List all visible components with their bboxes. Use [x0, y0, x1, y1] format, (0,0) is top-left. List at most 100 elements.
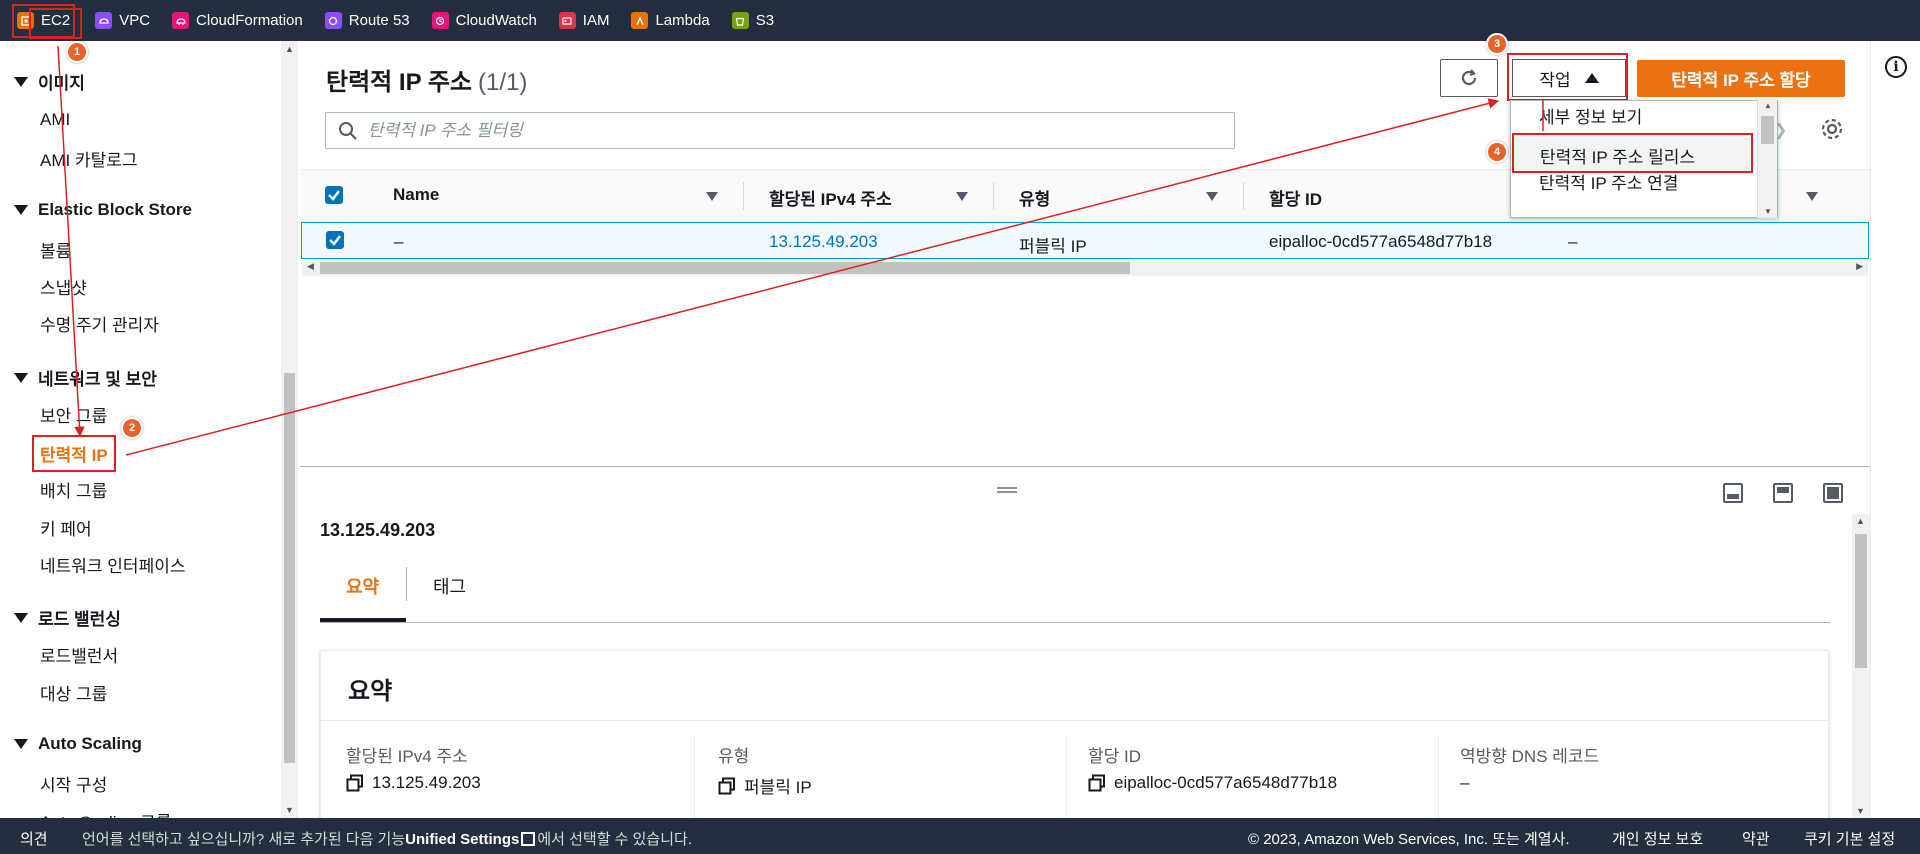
scrollbar-thumb[interactable] — [1761, 116, 1774, 144]
scroll-up-arrow-icon[interactable]: ▲ — [1764, 101, 1772, 110]
scroll-right-arrow-icon[interactable]: ▶ — [1856, 261, 1863, 272]
sidebar-section-images[interactable]: 이미지 — [14, 69, 85, 94]
service-s3[interactable]: S3 — [731, 0, 774, 41]
split-side-icon[interactable] — [1773, 483, 1793, 503]
service-vpc[interactable]: VPC — [95, 0, 150, 41]
menu-item-view-details[interactable]: 세부 정보 보기 — [1539, 103, 1642, 128]
cell-ipv4-link[interactable]: 13.125.49.203 — [769, 232, 878, 252]
summary-heading: 요약 — [348, 678, 393, 705]
column-header-name[interactable]: Name — [393, 185, 439, 205]
sidebar-item-load-balancers[interactable]: 로드밸런서 — [40, 642, 118, 667]
column-header-ipv4[interactable]: 할당된 IPv4 주소 — [769, 185, 892, 210]
resize-grip-icon[interactable] — [997, 487, 1017, 493]
scroll-down-arrow-icon[interactable]: ▼ — [1856, 806, 1865, 816]
checkmark-icon — [328, 190, 340, 201]
service-label: EC2 — [41, 12, 71, 29]
column-separator[interactable] — [993, 182, 994, 210]
copy-icon[interactable] — [1088, 774, 1106, 792]
scroll-down-arrow-icon[interactable]: ▼ — [285, 805, 294, 815]
sidebar-item-ami-catalog[interactable]: AMI 카탈로그 — [40, 146, 138, 171]
settings-button[interactable] — [1820, 117, 1844, 146]
tab-summary[interactable]: 요약 — [346, 573, 379, 599]
cell-type: 퍼블릭 IP — [1019, 237, 1087, 256]
feedback-link[interactable]: 의견 — [20, 828, 48, 849]
iam-icon — [558, 12, 576, 29]
table-horizontal-scrollbar[interactable]: ◀ ▶ — [302, 260, 1868, 276]
sidebar-item-auto-scaling-groups[interactable]: Auto Scaling 그룹 — [40, 808, 171, 818]
vpc-icon — [95, 12, 113, 29]
sidebar-item-lifecycle-manager[interactable]: 수명 주기 관리자 — [40, 311, 159, 336]
route53-icon — [324, 12, 342, 29]
sidebar-item-launch-configurations[interactable]: 시작 구성 — [40, 771, 107, 796]
sidebar-item-ami[interactable]: AMI — [40, 110, 70, 130]
info-icon[interactable]: i — [1885, 56, 1907, 78]
footer: 의견 언어를 선택하고 싶으십니까? 새로 추가된 다음 기능Unified S… — [0, 818, 1920, 854]
column-header-allocation-id[interactable]: 할당 ID — [1269, 185, 1322, 210]
sidebar-section-network-security[interactable]: 네트워크 및 보안 — [14, 365, 157, 390]
sort-icon[interactable] — [956, 192, 968, 201]
sidebar-item-key-pairs[interactable]: 키 페어 — [40, 515, 92, 540]
summary-card: 요약 할당된 IPv4 주소 13.125.49.203 유형 퍼블릭 IP 할… — [320, 650, 1830, 830]
service-ec2[interactable]: EC2 — [11, 3, 76, 38]
service-cloudformation[interactable]: CloudFormation — [172, 0, 303, 41]
scrollbar-thumb[interactable] — [284, 373, 295, 763]
column-separator[interactable] — [743, 182, 744, 210]
selection-count: (1/1) — [477, 69, 528, 96]
scroll-down-arrow-icon[interactable]: ▼ — [1764, 207, 1772, 216]
column-separator[interactable] — [1243, 182, 1244, 210]
column-header-type[interactable]: 유형 — [1019, 185, 1050, 210]
service-cloudwatch[interactable]: CloudWatch — [431, 0, 537, 41]
scroll-left-arrow-icon[interactable]: ◀ — [307, 261, 314, 272]
unified-settings-link[interactable]: Unified Settings — [405, 831, 519, 848]
service-route53[interactable]: Route 53 — [324, 0, 410, 41]
value-text: 13.125.49.203 — [372, 773, 481, 792]
active-tab-indicator — [320, 618, 406, 622]
scroll-up-arrow-icon[interactable]: ▲ — [285, 44, 294, 54]
scroll-up-arrow-icon[interactable]: ▲ — [1856, 516, 1865, 526]
menu-item-release-highlight[interactable]: 탄력적 IP 주소 릴리스 — [1512, 133, 1753, 173]
sidebar-item-security-groups[interactable]: 보안 그룹 — [40, 402, 107, 427]
scrollbar-thumb[interactable] — [1855, 534, 1867, 668]
service-iam[interactable]: IAM — [558, 0, 609, 41]
terms-link[interactable]: 약관 — [1742, 828, 1770, 849]
annotation-badge: 2 — [121, 417, 143, 439]
sidebar-item-target-groups[interactable]: 대상 그룹 — [40, 680, 107, 705]
row-checkbox[interactable] — [326, 231, 344, 249]
sort-icon[interactable] — [1806, 192, 1818, 201]
copy-icon[interactable] — [718, 777, 736, 795]
sort-icon[interactable] — [706, 192, 718, 201]
search-box[interactable] — [325, 112, 1235, 149]
split-pane-divider[interactable] — [300, 466, 1870, 467]
sidebar-item-network-interfaces[interactable]: 네트워크 인터페이스 — [40, 552, 185, 577]
privacy-link[interactable]: 개인 정보 보호 — [1612, 828, 1703, 849]
split-full-icon[interactable] — [1823, 483, 1843, 503]
refresh-button[interactable] — [1440, 59, 1498, 97]
service-lambda[interactable]: Lambda — [631, 0, 710, 41]
cloudformation-icon — [172, 12, 190, 29]
tab-tags[interactable]: 태그 — [433, 573, 466, 599]
cookie-preferences-link[interactable]: 쿠키 기본 설정 — [1804, 828, 1895, 849]
search-input[interactable] — [368, 120, 1218, 141]
copy-icon[interactable] — [346, 774, 364, 792]
sidebar-item-placement-groups[interactable]: 배치 그룹 — [40, 477, 107, 502]
allocate-elastic-ip-button[interactable]: 탄력적 IP 주소 할당 — [1637, 60, 1845, 97]
sidebar-section-ebs[interactable]: Elastic Block Store — [14, 200, 192, 220]
copyright-text: © 2023, Amazon Web Services, Inc. 또는 계열사… — [1248, 831, 1570, 848]
select-all-checkbox[interactable] — [325, 186, 343, 204]
sidebar-item-volumes[interactable]: 볼륨 — [40, 237, 71, 262]
sidebar-item-snapshots[interactable]: 스냅샷 — [40, 274, 87, 299]
column-divider — [1066, 736, 1067, 826]
table-row[interactable]: – 13.125.49.203 퍼블릭 IP eipalloc-0cd577a6… — [301, 222, 1869, 259]
detail-scrollbar[interactable]: ▲ ▼ — [1852, 514, 1870, 818]
menu-scrollbar[interactable]: ▲ ▼ — [1757, 100, 1777, 218]
sidebar-section-load-balancing[interactable]: 로드 밸런싱 — [14, 605, 121, 630]
sort-icon[interactable] — [1206, 192, 1218, 201]
menu-item-release-elastic-ip[interactable]: 탄력적 IP 주소 릴리스 — [1540, 143, 1695, 168]
scrollbar-thumb[interactable] — [320, 262, 1130, 274]
split-bottom-icon[interactable] — [1723, 483, 1743, 503]
sidebar-scrollbar[interactable]: ▲ ▼ — [281, 41, 298, 818]
sidebar-item-elastic-ip[interactable]: 탄력적 IP — [32, 435, 116, 472]
language-prompt-text: 언어를 선택하고 싶으십니까? 새로 추가된 다음 기능 — [82, 831, 406, 848]
sidebar-section-auto-scaling[interactable]: Auto Scaling — [14, 734, 142, 754]
service-label: CloudFormation — [196, 12, 303, 29]
